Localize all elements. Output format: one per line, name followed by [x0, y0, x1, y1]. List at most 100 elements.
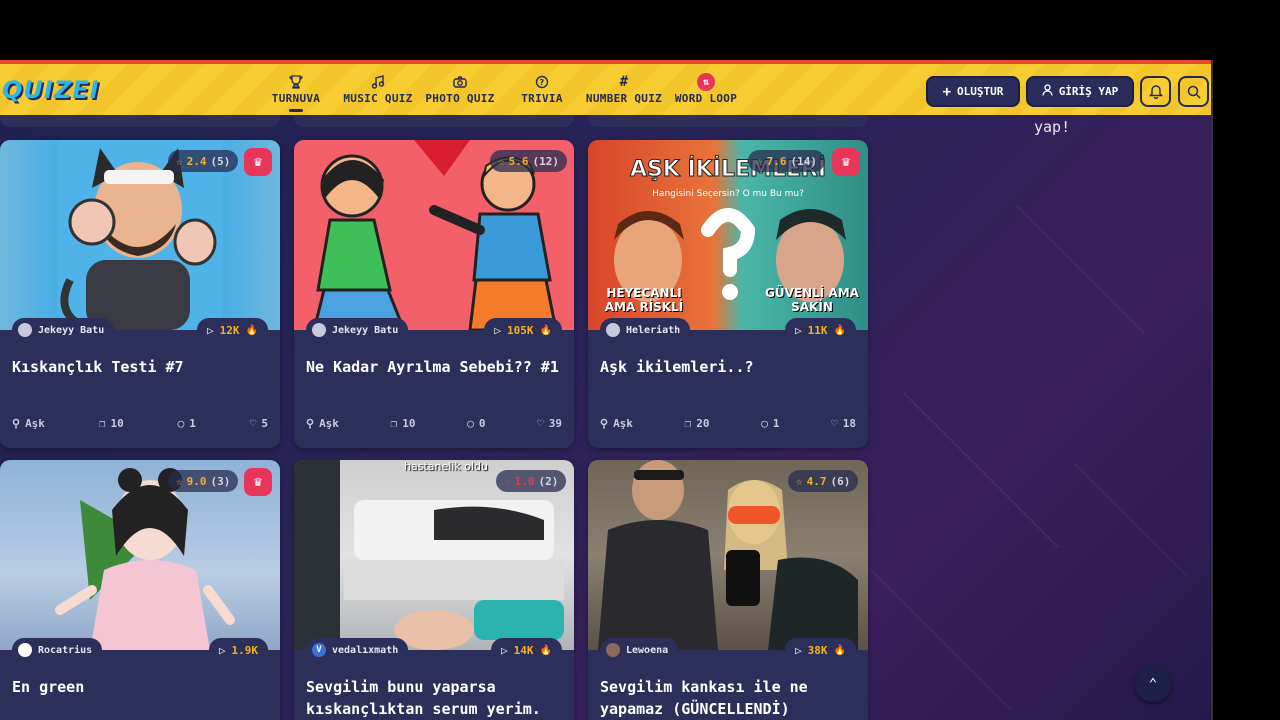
- author-chip[interactable]: V vedalıxmath: [306, 638, 409, 662]
- like-count: 39: [548, 416, 562, 430]
- site-logo[interactable]: QUIZEI: [2, 76, 100, 104]
- rating-badge: ☆ 5.6 (12): [490, 150, 567, 172]
- bg-streak: [1073, 462, 1189, 578]
- user-icon: [1042, 84, 1053, 99]
- crown-icon[interactable]: ♛: [832, 148, 860, 176]
- quiz-card[interactable]: ☆ 5.6 (12) Jekeyy Batu ▷ 105K 🔥 Ne Kadar…: [294, 140, 574, 448]
- crown-icon[interactable]: ♛: [244, 148, 272, 176]
- rating-count: (2): [538, 474, 559, 488]
- author-chip[interactable]: Rocatrius: [12, 638, 103, 662]
- rating-value: 2.4: [186, 154, 207, 168]
- word-loop-icon: ⇅: [697, 73, 715, 91]
- quiz-card[interactable]: ☆ 4.7 (6) Lewoena ▷ 38K 🔥 Sevgilim kanka…: [588, 460, 868, 720]
- star-icon: ☆: [498, 154, 505, 168]
- category-icon: ⚲: [306, 416, 315, 430]
- play-icon: ▷: [795, 323, 802, 337]
- nav-turnuva[interactable]: TURNUVA: [270, 72, 322, 112]
- question-count: 10: [110, 416, 124, 430]
- previous-card-bottom: [0, 115, 280, 127]
- nav-photo-quiz[interactable]: PHOTO QUIZ: [424, 72, 496, 105]
- plays-badge: ▷ 12K 🔥: [197, 318, 268, 342]
- plays-badge: ▷ 1.9K: [208, 638, 268, 662]
- comment-icon: ◯: [761, 416, 768, 430]
- nav-label: MUSIC QUIZ: [343, 92, 413, 105]
- quiz-thumbnail: ☆ 5.6 (12): [294, 140, 574, 330]
- rating-value: 5.6: [508, 154, 529, 168]
- comment-icon: ◯: [177, 416, 185, 430]
- author-chip[interactable]: Jekeyy Batu: [306, 318, 409, 342]
- quiz-meta: ⚲ Aşk ❐ 20 ◯ 1 ♡ 18: [588, 408, 868, 438]
- avatar: [312, 323, 326, 337]
- crown-icon[interactable]: ♛: [244, 468, 272, 496]
- side-text: yap!: [1034, 118, 1071, 136]
- author-chip[interactable]: Lewoena: [600, 638, 679, 662]
- hash-icon: #: [619, 74, 629, 90]
- camera-icon: [453, 72, 467, 92]
- nav-word-loop[interactable]: ⇅ WORD LOOP: [673, 72, 739, 105]
- star-icon: ☆: [176, 154, 183, 168]
- active-indicator: [289, 109, 303, 112]
- rating-value: 1.0: [514, 474, 535, 488]
- like-count: 18: [842, 416, 856, 430]
- trophy-icon: [289, 72, 303, 92]
- avatar: [606, 323, 620, 337]
- search-button[interactable]: [1178, 76, 1209, 107]
- nav-number-quiz[interactable]: # NUMBER QUIZ: [585, 72, 663, 105]
- login-button[interactable]: GİRİŞ YAP: [1026, 76, 1134, 107]
- nav-label: NUMBER QUIZ: [585, 92, 663, 105]
- previous-card-bottom: [294, 115, 574, 127]
- nav-music-quiz[interactable]: MUSIC QUIZ: [342, 72, 414, 105]
- quiz-thumbnail: ☆ 9.0 (3) ♛: [0, 460, 280, 650]
- rating-badge: ☆ 9.0 (3): [168, 470, 239, 492]
- nav-trivia[interactable]: ? TRIVIA: [516, 72, 568, 105]
- create-button[interactable]: + OLUŞTUR: [926, 76, 1020, 107]
- comment-icon: ◯: [467, 416, 474, 430]
- bg-streak: [1016, 205, 1146, 335]
- quiz-card[interactable]: ☆ 2.4 (5) ♛ Jekeyy Batu ▷ 12K 🔥 Kıskançl…: [0, 140, 280, 448]
- plays-badge: ▷ 14K 🔥: [491, 638, 562, 662]
- plays-count: 12K: [219, 323, 240, 337]
- search-icon: [1187, 85, 1201, 99]
- comment-count: 1: [772, 416, 780, 430]
- play-icon: ▷: [207, 323, 214, 337]
- rating-count: (5): [210, 154, 231, 168]
- previous-card-bottom: [588, 115, 868, 127]
- rating-count: (3): [210, 474, 231, 488]
- create-label: OLUŞTUR: [957, 85, 1004, 98]
- star-icon: ☆: [176, 474, 183, 488]
- quiz-thumbnail: ☆ 4.7 (6): [588, 460, 868, 650]
- author-name: Rocatrius: [38, 644, 93, 656]
- questions-icon: ❐: [684, 416, 692, 430]
- plays-count: 11K: [807, 323, 828, 337]
- rating-value: 7.6: [766, 154, 787, 168]
- svg-text:?: ?: [540, 78, 545, 87]
- author-name: Jekeyy Batu: [332, 324, 399, 336]
- notifications-button[interactable]: [1140, 76, 1171, 107]
- author-chip[interactable]: Heleriath: [600, 318, 691, 342]
- quiz-card[interactable]: AŞK İKİLEMLERİ Hangisini Seçersin? O mu …: [588, 140, 868, 448]
- top-navigation-bar: QUIZEI TURNUVA MUSIC QUIZ PHOTO QUIZ ? T…: [0, 60, 1211, 115]
- category-label: Aşk: [613, 416, 633, 430]
- question-bubble-icon: ?: [535, 72, 549, 92]
- heart-icon: ♡: [537, 416, 544, 430]
- questions-icon: ❐: [98, 416, 106, 430]
- author-name: Jekeyy Batu: [38, 324, 105, 336]
- star-icon: ☆: [504, 474, 511, 488]
- heart-icon: ♡: [831, 416, 838, 430]
- image-caption: hastanelik oldu: [404, 460, 488, 473]
- scrollbar[interactable]: [1211, 60, 1213, 720]
- nav-label: WORD LOOP: [674, 92, 738, 105]
- music-note-icon: [371, 72, 385, 92]
- plays-count: 38K: [807, 643, 828, 657]
- quiz-thumbnail: ☆ 2.4 (5) ♛: [0, 140, 280, 330]
- author-chip[interactable]: Jekeyy Batu: [12, 318, 115, 342]
- login-label: GİRİŞ YAP: [1058, 85, 1119, 98]
- category-icon: ⚲: [12, 416, 21, 430]
- quiz-card[interactable]: hastanelik oldu ☆ 1.0 (2) V vedalıxmath …: [294, 460, 574, 720]
- fire-icon: 🔥: [539, 324, 552, 336]
- category-label: Aşk: [25, 416, 45, 430]
- bg-streak: [902, 391, 1060, 549]
- quiz-card[interactable]: ☆ 9.0 (3) ♛ Rocatrius ▷ 1.9K En green: [0, 460, 280, 720]
- author-name: vedalıxmath: [332, 644, 399, 656]
- scroll-to-top-button[interactable]: ⌃: [1135, 666, 1171, 702]
